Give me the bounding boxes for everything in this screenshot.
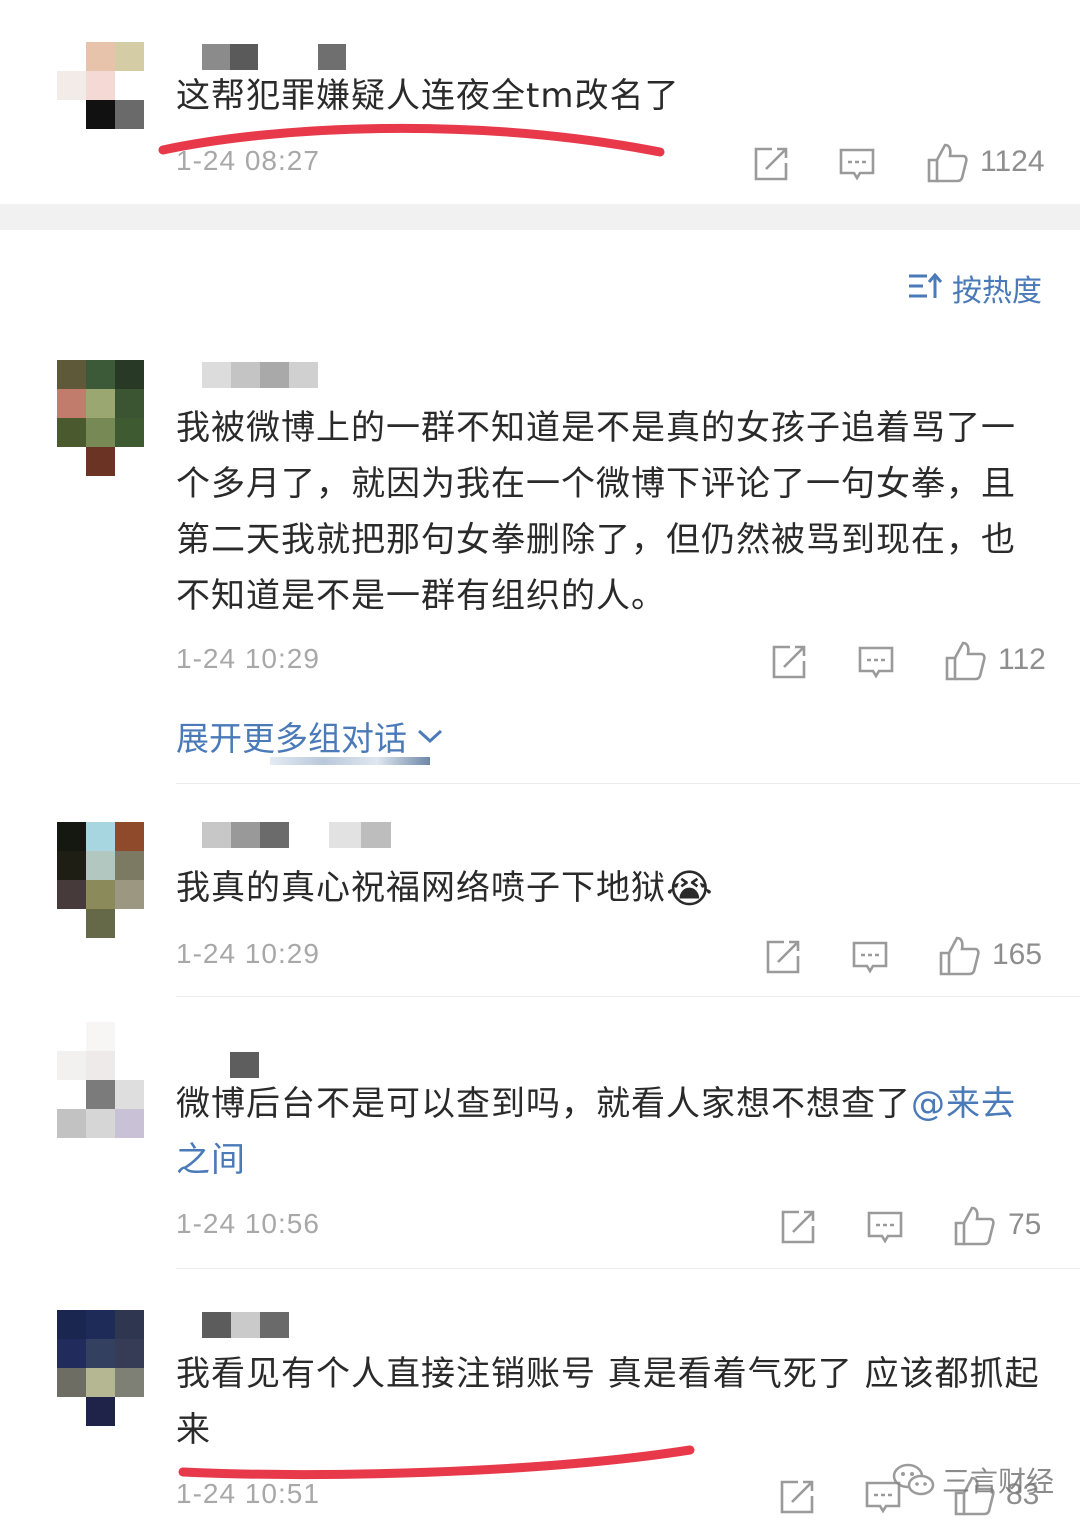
like-count: 1124 xyxy=(980,145,1045,178)
watermark-text: 三言财经 xyxy=(942,1465,1055,1498)
username[interactable] xyxy=(202,44,346,70)
comment-icon[interactable] xyxy=(857,643,895,681)
divider xyxy=(176,996,1080,997)
blurred-name-fragment xyxy=(270,757,430,765)
avatar[interactable] xyxy=(57,360,144,476)
username[interactable] xyxy=(202,362,318,388)
comment-icon[interactable] xyxy=(866,1208,904,1246)
share-icon[interactable] xyxy=(779,1208,817,1246)
like-count: 75 xyxy=(1008,1208,1042,1241)
avatar[interactable] xyxy=(57,42,144,129)
comment-body: 微博后台不是可以查到吗，就看人家想不想查了 xyxy=(176,1084,911,1124)
like-count: 112 xyxy=(998,643,1046,676)
comment-icon[interactable] xyxy=(851,938,889,976)
expand-label: 展开更多组对话 xyxy=(176,719,407,758)
sort-icon[interactable] xyxy=(907,270,943,302)
comment-body: 我真的真心祝福网络喷子下地狱 xyxy=(176,868,666,908)
share-icon[interactable] xyxy=(752,145,790,183)
thumbs-up-icon[interactable] xyxy=(926,142,968,184)
share-icon[interactable] xyxy=(764,938,802,976)
comment-icon[interactable] xyxy=(838,145,876,183)
thumbs-up-icon[interactable] xyxy=(938,935,980,977)
username[interactable] xyxy=(230,1052,259,1078)
divider xyxy=(176,783,1080,784)
timestamp: 1-24 10:56 xyxy=(176,1208,320,1239)
comment-text: 我真的真心祝福网络喷子下地狱😭 xyxy=(176,860,714,918)
wechat-icon xyxy=(892,1463,935,1496)
crying-emoji-icon: 😭 xyxy=(666,866,714,913)
timestamp: 1-24 10:51 xyxy=(176,1478,320,1509)
sort-label[interactable]: 按热度 xyxy=(952,266,1042,310)
timestamp: 1-24 10:29 xyxy=(176,643,320,674)
chevron-down-icon xyxy=(417,729,443,744)
avatar[interactable] xyxy=(57,1310,144,1426)
timestamp: 1-24 10:29 xyxy=(176,938,320,969)
like-count: 165 xyxy=(992,938,1043,971)
avatar[interactable] xyxy=(57,1022,144,1138)
comment-text: 我被微博上的一群不知道是不是真的女孩子追着骂了一个多月了，就因为我在一个微博下评… xyxy=(176,408,1016,616)
divider xyxy=(176,1268,1080,1269)
username[interactable] xyxy=(202,1312,289,1338)
comment-text: 微博后台不是可以查到吗，就看人家想不想查了@来去之间 xyxy=(176,1076,1036,1188)
expand-conversation-link[interactable]: 展开更多组对话 xyxy=(176,712,445,760)
share-icon[interactable] xyxy=(778,1478,816,1516)
thumbs-up-icon[interactable] xyxy=(953,1205,995,1247)
section-separator xyxy=(0,204,1080,230)
timestamp: 1-24 08:27 xyxy=(176,145,320,176)
share-icon[interactable] xyxy=(770,643,808,681)
avatar[interactable] xyxy=(57,822,144,938)
username[interactable] xyxy=(202,822,391,848)
watermark: 三言财经 xyxy=(892,1460,1054,1500)
thumbs-up-icon[interactable] xyxy=(944,640,986,682)
